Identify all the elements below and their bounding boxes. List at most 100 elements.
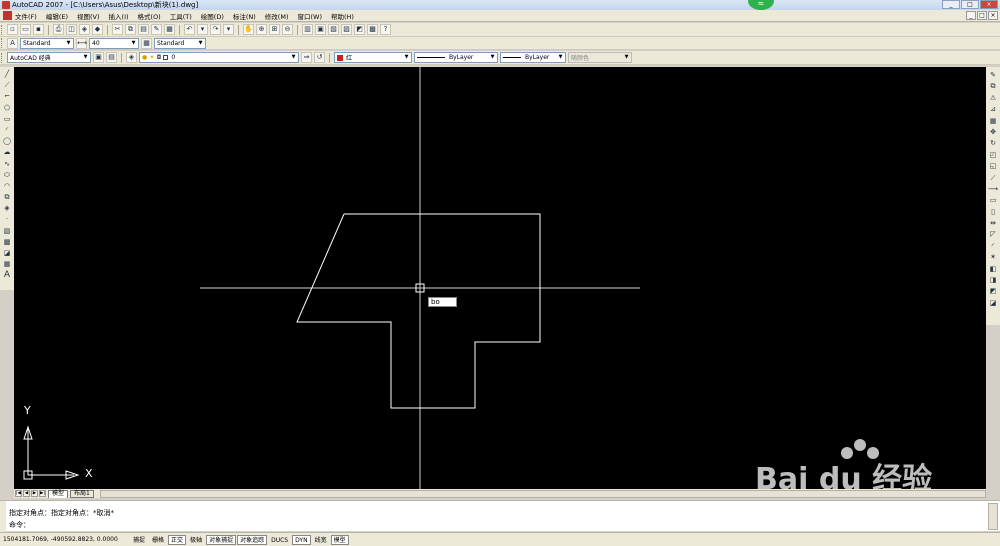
ducs-toggle[interactable]: DUCS bbox=[268, 535, 291, 545]
menu-insert[interactable]: 插入(I) bbox=[109, 11, 129, 21]
sheet-set-icon[interactable]: ▨ bbox=[341, 24, 352, 35]
toolbar-grip[interactable] bbox=[1, 52, 4, 63]
quickcalc-icon[interactable]: ▩ bbox=[367, 24, 378, 35]
workspace-settings-icon[interactable]: ▣ bbox=[93, 52, 104, 63]
dynamic-input-tooltip[interactable]: bo bbox=[428, 297, 457, 307]
help-icon[interactable]: ? bbox=[380, 24, 391, 35]
plot-preview-icon[interactable]: ◫ bbox=[66, 24, 77, 35]
polyline-icon[interactable]: ⌐ bbox=[2, 92, 12, 101]
redo-icon[interactable]: ↷ bbox=[210, 24, 221, 35]
region-icon[interactable]: ◪ bbox=[2, 249, 12, 258]
ortho-toggle[interactable]: 正交 bbox=[168, 534, 187, 545]
tool-palettes-icon[interactable]: ▧ bbox=[328, 24, 339, 35]
properties-icon[interactable]: ▥ bbox=[302, 24, 313, 35]
join-icon[interactable]: ⇹ bbox=[988, 219, 998, 228]
draworder-back-icon[interactable]: ◨ bbox=[988, 276, 998, 285]
circle-icon[interactable]: ◯ bbox=[2, 137, 12, 146]
text-style-select[interactable]: Standard ▼ bbox=[20, 37, 74, 49]
menu-view[interactable]: 视图(V) bbox=[77, 11, 100, 21]
command-prompt[interactable]: 命令： bbox=[9, 520, 30, 530]
doc-restore-button[interactable]: □ bbox=[977, 11, 987, 20]
table-style-icon[interactable]: ▦ bbox=[141, 37, 152, 49]
break-at-point-icon[interactable]: ▭ bbox=[988, 196, 998, 205]
chamfer-icon[interactable]: ◸ bbox=[988, 230, 998, 239]
match-properties-icon[interactable]: ✎ bbox=[151, 24, 162, 35]
plot-icon[interactable]: ⎙ bbox=[53, 24, 64, 35]
command-window-grip[interactable] bbox=[0, 501, 6, 532]
explode-icon[interactable]: ✶ bbox=[988, 253, 998, 262]
design-center-icon[interactable]: ▣ bbox=[315, 24, 326, 35]
trim-icon[interactable]: ⟋ bbox=[988, 174, 998, 183]
copy-object-icon[interactable]: ⧉ bbox=[988, 82, 998, 91]
table-style-select[interactable]: Standard ▼ bbox=[154, 37, 206, 49]
minimize-button[interactable]: _ bbox=[942, 0, 960, 9]
menu-file[interactable]: 文件(F) bbox=[15, 11, 37, 21]
layer-previous-icon[interactable]: ↺ bbox=[314, 52, 325, 63]
maximize-button[interactable]: □ bbox=[961, 0, 979, 9]
text-style-icon[interactable]: A bbox=[7, 37, 18, 49]
workspace-select[interactable]: AutoCAD 经典 ▼ bbox=[7, 52, 91, 63]
publish-icon[interactable]: ◈ bbox=[79, 24, 90, 35]
open-file-icon[interactable]: ▭ bbox=[20, 24, 31, 35]
erase-icon[interactable]: ✎ bbox=[988, 71, 998, 80]
zoom-window-icon[interactable]: ⊞ bbox=[269, 24, 280, 35]
undo-icon[interactable]: ↶ bbox=[184, 24, 195, 35]
line-icon[interactable]: ╱ bbox=[2, 70, 12, 79]
offset-icon[interactable]: ⊿ bbox=[988, 105, 998, 114]
drawing-canvas[interactable]: Bai du 经验 bo X Y bbox=[14, 67, 986, 489]
cut-icon[interactable]: ✂ bbox=[112, 24, 123, 35]
make-current-layer-icon[interactable]: ⇒ bbox=[301, 52, 312, 63]
menu-window[interactable]: 窗口(W) bbox=[297, 11, 322, 21]
tab-model[interactable]: 模型 bbox=[48, 489, 69, 498]
point-icon[interactable]: · bbox=[2, 215, 12, 224]
draworder-below-icon[interactable]: ◪ bbox=[988, 299, 998, 308]
command-scrollbar[interactable] bbox=[988, 503, 998, 530]
otrack-toggle[interactable]: 对象追踪 bbox=[237, 534, 268, 545]
paste-icon[interactable]: ▤ bbox=[138, 24, 149, 35]
doc-minimize-button[interactable]: _ bbox=[966, 11, 976, 20]
fillet-icon[interactable]: ◜ bbox=[988, 242, 998, 251]
toolbar-grip[interactable] bbox=[1, 38, 4, 48]
extend-icon[interactable]: ⟶ bbox=[988, 185, 998, 194]
menu-dimension[interactable]: 标注(N) bbox=[233, 11, 256, 21]
pan-icon[interactable]: ✋ bbox=[243, 24, 254, 35]
zoom-realtime-icon[interactable]: ⊕ bbox=[256, 24, 267, 35]
break-icon[interactable]: ▯ bbox=[988, 208, 998, 217]
save-icon[interactable]: ▪ bbox=[33, 24, 44, 35]
make-block-icon[interactable]: ◈ bbox=[2, 204, 12, 213]
last-tab-button[interactable]: ▶| bbox=[39, 490, 46, 497]
polygon-icon[interactable]: ⬠ bbox=[2, 104, 12, 113]
close-button[interactable]: × bbox=[980, 0, 998, 9]
polar-toggle[interactable]: 极轴 bbox=[187, 535, 205, 545]
dim-style-select[interactable]: 40 ▼ bbox=[89, 37, 139, 49]
lineweight-select[interactable]: ByLayer ▼ bbox=[500, 52, 566, 63]
revision-cloud-icon[interactable]: ☁ bbox=[2, 148, 12, 157]
mirror-icon[interactable]: ⚠ bbox=[988, 94, 998, 103]
markup-icon[interactable]: ◩ bbox=[354, 24, 365, 35]
menu-format[interactable]: 格式(O) bbox=[138, 11, 161, 21]
arc-icon[interactable]: ◜ bbox=[2, 126, 12, 135]
doc-close-button[interactable]: × bbox=[988, 11, 998, 20]
zoom-previous-icon[interactable]: ⊖ bbox=[282, 24, 293, 35]
menu-draw[interactable]: 绘图(D) bbox=[201, 11, 224, 21]
scale-icon[interactable]: ◰ bbox=[988, 151, 998, 160]
new-file-icon[interactable]: ▫ bbox=[7, 24, 18, 35]
block-editor-icon[interactable]: ▦ bbox=[164, 24, 175, 35]
document-icon[interactable] bbox=[3, 11, 12, 20]
toolbar-grip[interactable] bbox=[1, 24, 4, 35]
layer-select[interactable]: ● ☀ ◘ 0 ▼ bbox=[139, 52, 299, 63]
coordinate-readout[interactable]: 1504181.7069, -490592.8823, 0.0000 bbox=[0, 536, 130, 543]
rotate-icon[interactable]: ↻ bbox=[988, 139, 998, 148]
lineweight-toggle[interactable]: 线宽 bbox=[312, 535, 330, 545]
ellipse-icon[interactable]: ⬭ bbox=[2, 171, 12, 180]
draworder-above-icon[interactable]: ◩ bbox=[988, 287, 998, 296]
stretch-icon[interactable]: ◱ bbox=[988, 162, 998, 171]
menu-edit[interactable]: 编辑(E) bbox=[46, 11, 68, 21]
copy-icon[interactable]: ⧉ bbox=[125, 24, 136, 35]
osnap-toggle[interactable]: 对象捕捉 bbox=[206, 534, 237, 545]
prev-tab-button[interactable]: ◀ bbox=[23, 490, 30, 497]
hatch-icon[interactable]: ▨ bbox=[2, 227, 12, 236]
redo-dropdown-icon[interactable]: ▾ bbox=[223, 24, 234, 35]
publish-web-icon[interactable]: ◆ bbox=[92, 24, 103, 35]
dyn-toggle[interactable]: DYN bbox=[292, 534, 311, 545]
